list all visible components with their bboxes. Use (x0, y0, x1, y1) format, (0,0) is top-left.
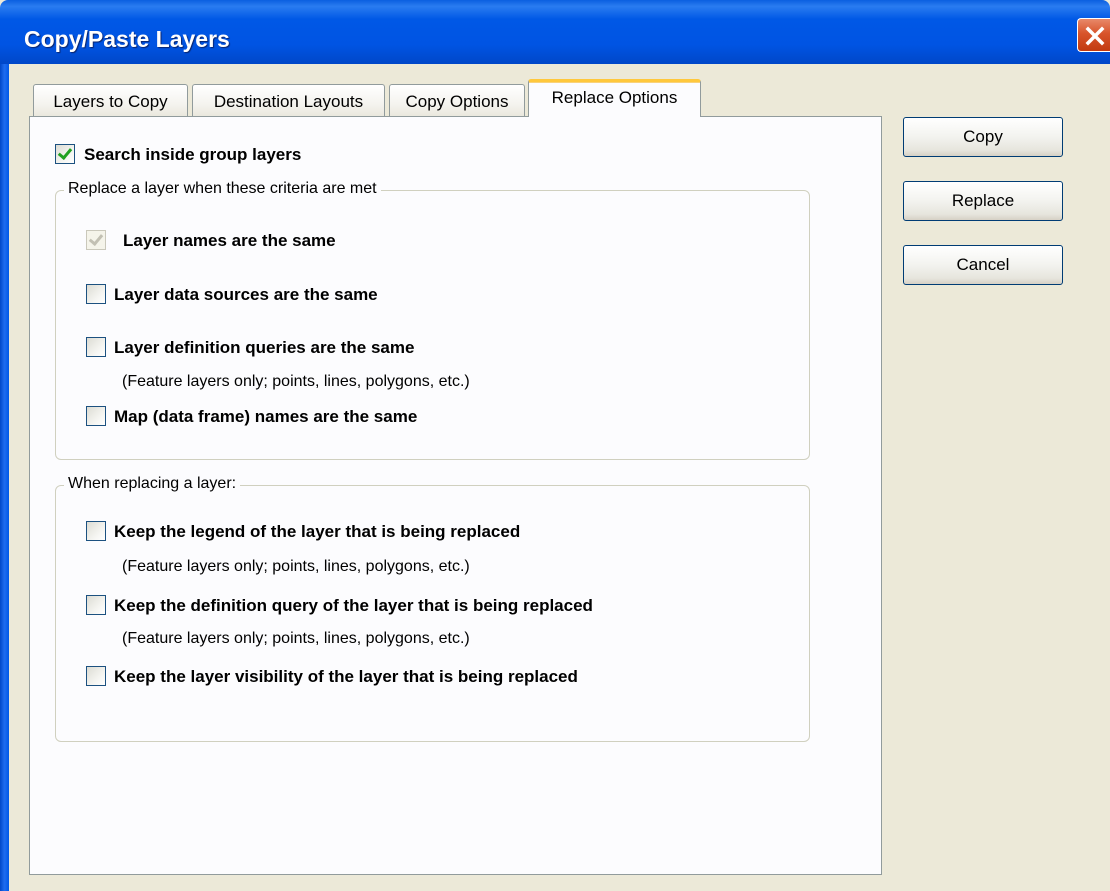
layer-names-same-label: Layer names are the same (123, 231, 336, 250)
definition-queries-note: (Feature layers only; points, lines, pol… (122, 373, 470, 390)
replace-button[interactable]: Replace (903, 181, 1063, 221)
search-inside-group-checkbox[interactable] (55, 144, 75, 164)
definition-queries-same-checkbox[interactable] (86, 337, 106, 357)
keep-legend-checkbox[interactable] (86, 521, 106, 541)
search-inside-group-label: Search inside group layers (84, 145, 302, 164)
keep-definition-query-label: Keep the definition query of the layer t… (114, 596, 593, 615)
close-icon (1085, 26, 1105, 46)
tab-copy-options[interactable]: Copy Options (389, 84, 525, 118)
close-button[interactable] (1077, 18, 1110, 52)
keep-visibility-checkbox[interactable] (86, 666, 106, 686)
tab-destination-layouts[interactable]: Destination Layouts (192, 84, 385, 118)
cancel-button[interactable]: Cancel (903, 245, 1063, 285)
keep-visibility-label: Keep the layer visibility of the layer t… (114, 667, 578, 686)
definition-queries-same-label: Layer definition queries are the same (114, 338, 415, 357)
data-sources-same-label: Layer data sources are the same (114, 285, 378, 304)
tab-replace-options[interactable]: Replace Options (528, 79, 701, 117)
map-names-same-checkbox[interactable] (86, 406, 106, 426)
replace-options-panel: Search inside group layers Replace a lay… (29, 116, 882, 875)
window-title: Copy/Paste Layers (24, 26, 230, 52)
replacing-group-title: When replacing a layer: (64, 475, 241, 493)
layer-names-same-checkbox[interactable] (86, 230, 106, 250)
keep-definition-query-checkbox[interactable] (86, 595, 106, 615)
criteria-group-title: Replace a layer when these criteria are … (64, 180, 381, 198)
copy-button[interactable]: Copy (903, 117, 1063, 157)
tab-layers-to-copy[interactable]: Layers to Copy (33, 84, 188, 118)
window-frame-left (0, 64, 9, 891)
keep-legend-note: (Feature layers only; points, lines, pol… (122, 558, 470, 575)
map-names-same-label: Map (data frame) names are the same (114, 407, 418, 426)
keep-legend-label: Keep the legend of the layer that is bei… (114, 522, 521, 541)
title-bar[interactable]: Copy/Paste Layers (0, 0, 1110, 64)
keep-definition-query-note: (Feature layers only; points, lines, pol… (122, 630, 470, 647)
data-sources-same-checkbox[interactable] (86, 284, 106, 304)
